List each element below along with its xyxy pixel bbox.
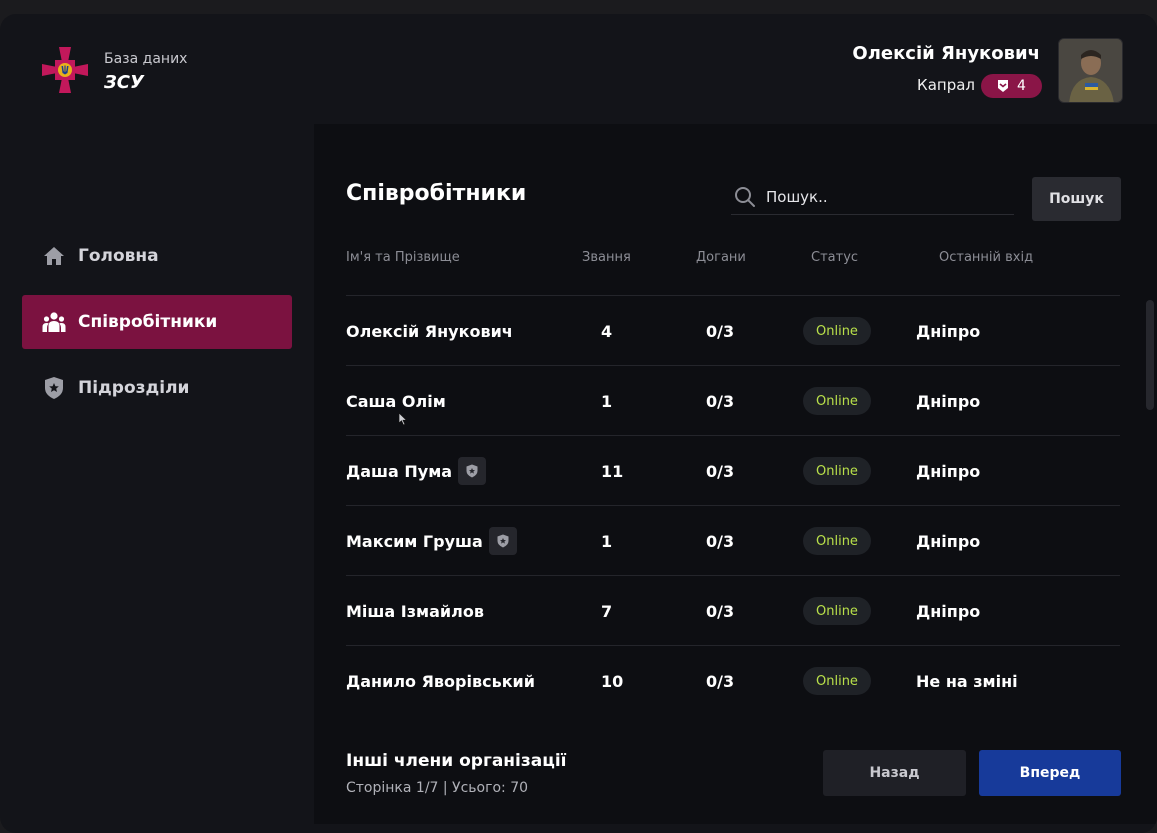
sidebar-item-label: Співробітники bbox=[78, 312, 218, 332]
employee-warnings: 0/3 bbox=[706, 461, 735, 481]
last-login: Дніпро bbox=[916, 461, 981, 481]
app-window: База даних ЗСУ Головна Співробітники Під… bbox=[0, 14, 1157, 833]
leader-shield-icon bbox=[458, 457, 487, 485]
table-row[interactable]: Саша Олім 1 0/3 Online Дніпро bbox=[346, 366, 1120, 436]
employee-rank: 1 bbox=[601, 531, 613, 551]
leader-shield-icon bbox=[488, 527, 517, 555]
last-login: Дніпро bbox=[916, 531, 981, 551]
search-button[interactable]: Пошук bbox=[1032, 177, 1121, 221]
employee-name: Саша Олім bbox=[346, 391, 446, 411]
column-header-status[interactable]: Статус bbox=[811, 250, 858, 265]
back-button[interactable]: Назад bbox=[823, 750, 966, 796]
status-badge: Online bbox=[803, 387, 871, 415]
people-icon bbox=[42, 310, 66, 334]
employee-rank: 1 bbox=[601, 391, 613, 411]
employee-name: Даша Пума bbox=[346, 461, 453, 481]
employee-name: Максим Груша bbox=[346, 531, 483, 551]
employee-name: Данило Яворівський bbox=[346, 671, 535, 691]
column-header-last-login[interactable]: Останній вхід bbox=[939, 250, 1033, 265]
employee-rank: 11 bbox=[601, 461, 624, 481]
user-name: Олексій Янукович bbox=[852, 43, 1040, 64]
search-box bbox=[731, 179, 1014, 215]
last-login: Не на зміні bbox=[916, 671, 1018, 691]
employee-rank: 4 bbox=[601, 321, 613, 341]
last-login: Дніпро bbox=[916, 601, 981, 621]
brand-subtitle: База даних bbox=[104, 51, 188, 67]
sidebar-item-home[interactable]: Головна bbox=[22, 229, 292, 283]
zsu-emblem-logo bbox=[42, 47, 88, 93]
status-badge: Online bbox=[803, 527, 871, 555]
search-input[interactable] bbox=[766, 187, 996, 206]
employee-warnings: 0/3 bbox=[706, 531, 735, 551]
sidebar-item-label: Підрозділи bbox=[78, 378, 190, 398]
last-login: Дніпро bbox=[916, 391, 981, 411]
status-badge: Online bbox=[803, 317, 871, 345]
scrollbar[interactable] bbox=[1146, 300, 1154, 410]
employee-name: Міша Ізмайлов bbox=[346, 601, 484, 621]
search-icon bbox=[735, 186, 755, 207]
column-header-name[interactable]: Ім'я та Прізвище bbox=[346, 250, 460, 265]
status-badge: Online bbox=[803, 597, 871, 625]
rank-level-badge: 4 bbox=[981, 74, 1042, 98]
table-row[interactable]: Максим Груша 1 0/3 Online Дніпро bbox=[346, 506, 1120, 576]
next-button[interactable]: Вперед bbox=[979, 750, 1121, 796]
sidebar-item-label: Головна bbox=[78, 246, 159, 266]
status-badge: Online bbox=[803, 667, 871, 695]
page-title: Співробітники bbox=[346, 181, 527, 206]
table-row[interactable]: Олексій Янукович 4 0/3 Online Дніпро bbox=[346, 296, 1120, 366]
employee-warnings: 0/3 bbox=[706, 601, 735, 621]
avatar[interactable] bbox=[1058, 38, 1123, 103]
column-header-rank[interactable]: Звання bbox=[582, 250, 631, 265]
mouse-cursor-icon bbox=[398, 412, 408, 426]
employee-warnings: 0/3 bbox=[706, 391, 735, 411]
sidebar-item-employees[interactable]: Співробітники bbox=[22, 295, 292, 349]
rank-level: 4 bbox=[1017, 78, 1026, 94]
table-row[interactable]: Міша Ізмайлов 7 0/3 Online Дніпро bbox=[346, 576, 1120, 646]
home-icon bbox=[42, 244, 66, 268]
user-rank: Капрал bbox=[917, 76, 975, 94]
last-login: Дніпро bbox=[916, 321, 981, 341]
chevron-shield-icon bbox=[998, 80, 1009, 92]
employee-name: Олексій Янукович bbox=[346, 321, 513, 341]
sidebar-item-divisions[interactable]: Підрозділи bbox=[22, 361, 292, 415]
column-header-warnings[interactable]: Догани bbox=[696, 250, 746, 265]
pagination-info: Сторінка 1/7 | Усього: 70 bbox=[346, 780, 529, 796]
employee-rank: 7 bbox=[601, 601, 613, 621]
employee-warnings: 0/3 bbox=[706, 671, 735, 691]
table-row[interactable]: Даша Пума 11 0/3 Online Дніпро bbox=[346, 436, 1120, 506]
top-bar bbox=[314, 14, 1157, 124]
employee-rank: 10 bbox=[601, 671, 624, 691]
status-badge: Online bbox=[803, 457, 871, 485]
shield-star-icon bbox=[42, 376, 66, 400]
brand-title: ЗСУ bbox=[104, 72, 144, 93]
table-row[interactable]: Данило Яворівський 10 0/3 Online Не на з… bbox=[346, 646, 1120, 716]
others-title: Інші члени організації bbox=[346, 751, 567, 771]
employee-warnings: 0/3 bbox=[706, 321, 735, 341]
avatar-image bbox=[1059, 39, 1122, 102]
